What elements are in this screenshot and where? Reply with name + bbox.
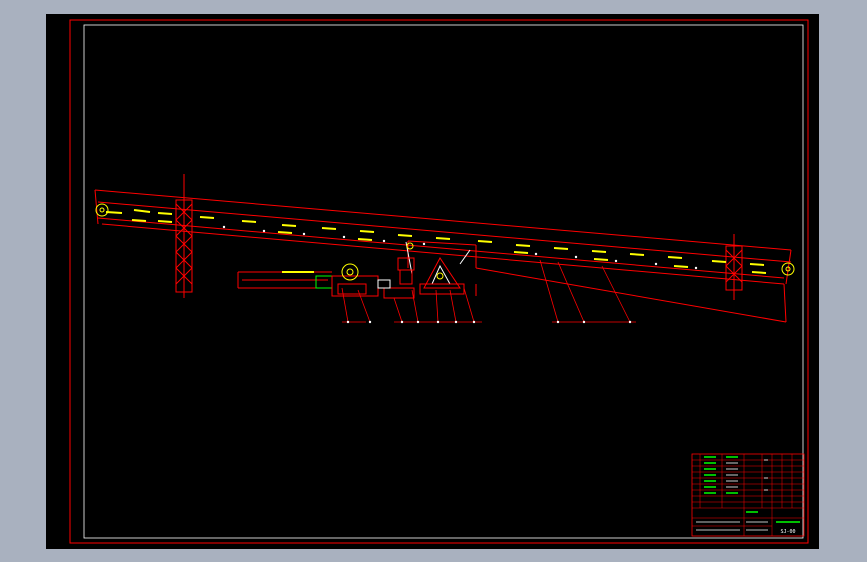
title-block: SJ-00 (691, 453, 805, 537)
drive-unit (237, 263, 415, 299)
cad-drawing: SJ-00 (69, 19, 809, 544)
cad-viewport[interactable]: SJ-00 (46, 14, 819, 549)
drawing-number: SJ-00 (780, 529, 795, 535)
left-support-tower (175, 174, 193, 298)
leader-lines (341, 259, 636, 323)
outer-sheet-border (69, 19, 809, 544)
right-support-tower (725, 234, 743, 300)
head-pulley (95, 203, 109, 217)
conveyor-assembly (94, 189, 792, 323)
